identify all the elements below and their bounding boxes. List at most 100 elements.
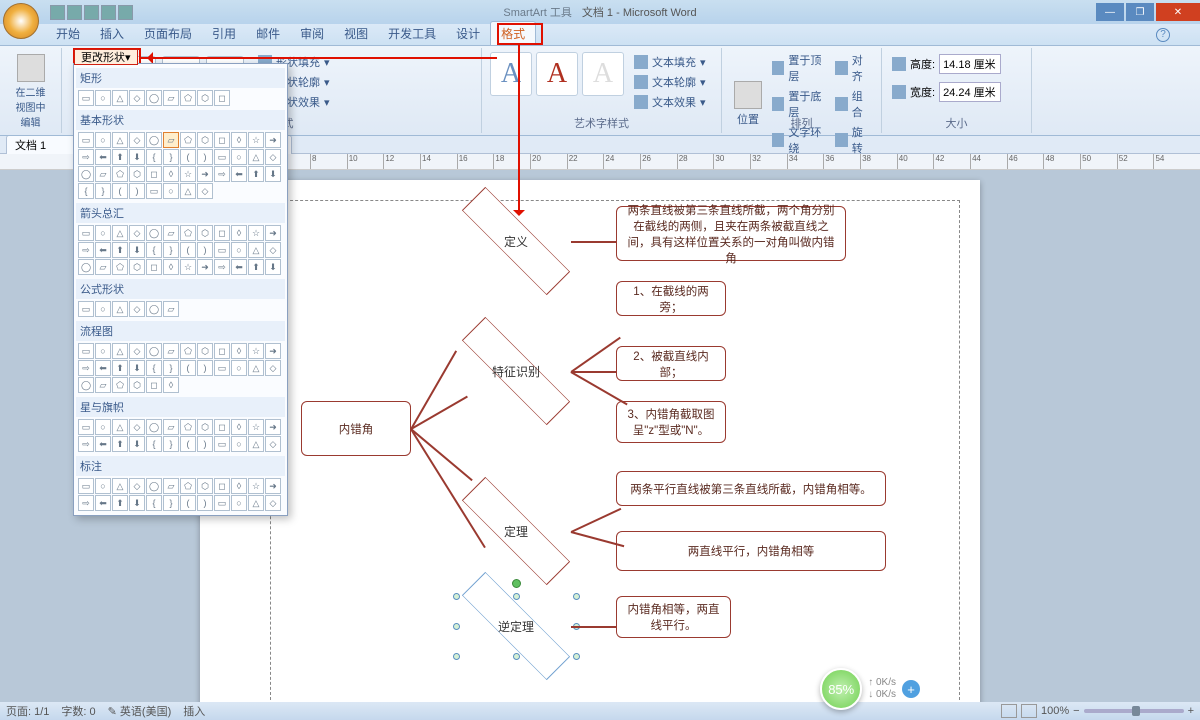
shape-option[interactable]: ⇨: [214, 259, 230, 275]
shape-option[interactable]: (: [180, 242, 196, 258]
node-root[interactable]: 内错角: [301, 401, 411, 456]
shape-option[interactable]: ▱: [95, 259, 111, 275]
shape-option[interactable]: ): [129, 183, 145, 199]
shape-option[interactable]: △: [112, 343, 128, 359]
qat-redo-icon[interactable]: [84, 5, 99, 20]
shape-option[interactable]: ◇: [265, 360, 281, 376]
shape-option[interactable]: ▭: [214, 242, 230, 258]
shape-option[interactable]: {: [78, 183, 94, 199]
shape-option[interactable]: ▭: [78, 90, 94, 106]
shape-option[interactable]: ▭: [78, 225, 94, 241]
shape-option[interactable]: ◻: [146, 166, 162, 182]
edit-2d-button[interactable]: 在二维视图中 编辑: [6, 50, 55, 133]
shape-option[interactable]: ⬅: [231, 166, 247, 182]
tab-home[interactable]: 开始: [46, 22, 90, 45]
shape-option[interactable]: ⬠: [180, 90, 196, 106]
shape-option[interactable]: ◊: [231, 132, 247, 148]
shape-option[interactable]: ▭: [214, 436, 230, 452]
shape-option[interactable]: ⬡: [129, 166, 145, 182]
shape-option[interactable]: ⇨: [78, 436, 94, 452]
shape-option[interactable]: ⬠: [112, 166, 128, 182]
shape-option[interactable]: ○: [95, 225, 111, 241]
shape-option[interactable]: ◯: [146, 225, 162, 241]
node-theorem-2[interactable]: 两直线平行，内错角相等: [616, 531, 886, 571]
shape-option[interactable]: ▱: [163, 343, 179, 359]
shape-option[interactable]: ◇: [265, 436, 281, 452]
shape-option[interactable]: ▭: [78, 478, 94, 494]
shape-option[interactable]: ⬆: [112, 360, 128, 376]
bring-front-button[interactable]: 置于顶层: [768, 50, 831, 86]
shape-option[interactable]: ): [197, 495, 213, 511]
shape-option[interactable]: ▭: [78, 132, 94, 148]
shape-option[interactable]: ⬠: [112, 377, 128, 393]
tab-insert[interactable]: 插入: [90, 22, 134, 45]
shape-option[interactable]: ⬇: [129, 360, 145, 376]
text-outline-button[interactable]: 文本轮廓 ▾: [630, 72, 710, 92]
shape-option[interactable]: ◻: [214, 90, 230, 106]
shape-option[interactable]: }: [163, 495, 179, 511]
shape-option[interactable]: ➜: [265, 419, 281, 435]
shape-option[interactable]: ⇨: [78, 360, 94, 376]
shape-option[interactable]: ▭: [78, 343, 94, 359]
shape-option[interactable]: ⬡: [129, 259, 145, 275]
shape-option[interactable]: △: [112, 478, 128, 494]
zoom-slider[interactable]: [1084, 709, 1184, 713]
shape-option[interactable]: ⬠: [180, 225, 196, 241]
shape-option[interactable]: ▱: [163, 419, 179, 435]
shape-option[interactable]: ◊: [163, 377, 179, 393]
shape-option[interactable]: ⬡: [197, 478, 213, 494]
shape-option[interactable]: ⬡: [197, 419, 213, 435]
shape-option[interactable]: ◊: [163, 259, 179, 275]
shape-option[interactable]: ⬇: [265, 166, 281, 182]
shape-option[interactable]: △: [248, 495, 264, 511]
shape-option[interactable]: ○: [231, 360, 247, 376]
shape-option[interactable]: ➜: [197, 166, 213, 182]
align-button[interactable]: 对齐: [831, 50, 875, 86]
shape-option[interactable]: ○: [163, 183, 179, 199]
shape-option[interactable]: ⬠: [180, 478, 196, 494]
shape-option[interactable]: △: [248, 436, 264, 452]
shape-option[interactable]: ▭: [214, 495, 230, 511]
qat-undo-icon[interactable]: [67, 5, 82, 20]
shape-option[interactable]: ○: [95, 478, 111, 494]
shape-option[interactable]: }: [95, 183, 111, 199]
maximize-button[interactable]: ❐: [1126, 3, 1154, 21]
shape-option[interactable]: ◊: [163, 166, 179, 182]
tab-format[interactable]: 格式: [490, 21, 536, 45]
node-features[interactable]: 特征识别: [456, 341, 576, 401]
selection-handle[interactable]: [453, 593, 460, 600]
shape-option[interactable]: (: [180, 495, 196, 511]
shape-option[interactable]: ⬅: [231, 259, 247, 275]
selection-handle[interactable]: [513, 653, 520, 660]
shape-option[interactable]: ): [197, 360, 213, 376]
shape-option[interactable]: {: [146, 149, 162, 165]
shape-option[interactable]: ◯: [78, 166, 94, 182]
node-feat-3[interactable]: 3、内错角截取图呈"z"型或"N"。: [616, 401, 726, 443]
shape-option[interactable]: ▭: [146, 183, 162, 199]
shape-option[interactable]: ◇: [129, 343, 145, 359]
status-lang[interactable]: ✎ 英语(美国): [108, 703, 172, 719]
shape-option[interactable]: ◻: [146, 377, 162, 393]
minimize-button[interactable]: —: [1096, 3, 1124, 21]
shape-option[interactable]: ○: [231, 495, 247, 511]
shape-option[interactable]: ◇: [197, 183, 213, 199]
selection-handle[interactable]: [513, 593, 520, 600]
shape-option[interactable]: ○: [95, 343, 111, 359]
shape-option[interactable]: ◻: [214, 478, 230, 494]
shape-option[interactable]: ◻: [214, 419, 230, 435]
shape-option[interactable]: △: [248, 242, 264, 258]
shape-option[interactable]: ⬠: [180, 343, 196, 359]
shape-option[interactable]: ): [197, 149, 213, 165]
shape-option[interactable]: ◯: [146, 478, 162, 494]
shape-option[interactable]: ▭: [78, 301, 94, 317]
shape-option[interactable]: (: [112, 183, 128, 199]
shape-option[interactable]: ◯: [146, 301, 162, 317]
qat-save-icon[interactable]: [50, 5, 65, 20]
tab-mail[interactable]: 邮件: [246, 22, 290, 45]
shape-option[interactable]: {: [146, 436, 162, 452]
shape-option[interactable]: ▭: [214, 149, 230, 165]
speed-expand-button[interactable]: +: [902, 680, 920, 698]
shape-option[interactable]: ◯: [146, 343, 162, 359]
shape-option[interactable]: }: [163, 242, 179, 258]
shape-option[interactable]: ○: [231, 149, 247, 165]
